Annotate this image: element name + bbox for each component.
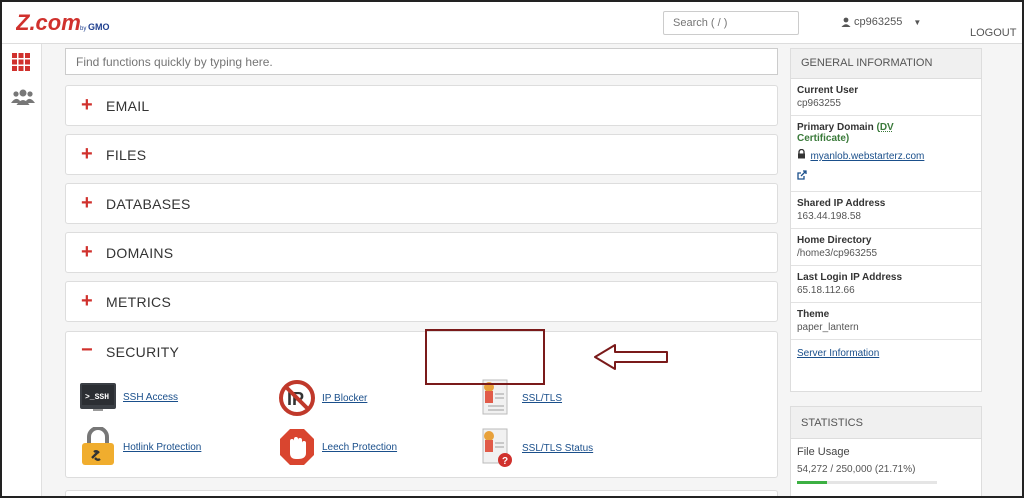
external-link-icon[interactable] [797,167,975,185]
info-label: Theme [797,309,830,320]
feature-leech-protection[interactable]: Leech Protection [278,427,397,467]
section-title: EMAIL [106,98,150,114]
user-menu[interactable]: cp963255 ▼ [841,16,921,28]
feature-ssl-tls-status[interactable]: ? SSL/TLS Status [480,427,593,469]
info-theme: Theme paper_lantern [791,303,981,340]
statistics-heading: STATISTICS [791,407,981,439]
svg-text:Z.com: Z.com [16,10,81,35]
ssh-terminal-icon: >_SSH [80,383,116,411]
collapse-icon[interactable]: − [81,339,93,361]
info-label: Shared IP Address [797,198,886,209]
info-label: Current User [797,85,859,96]
statistics-panel: STATISTICS File Usage 54,272 / 250,000 (… [790,406,982,496]
info-shared-ip: Shared IP Address 163.44.198.58 [791,192,981,229]
feature-ip-blocker[interactable]: IP IP Blocker [278,379,367,417]
chevron-down-icon: ▼ [913,17,922,27]
section-files[interactable]: + FILES [65,134,778,175]
info-home-directory: Home Directory /home3/cp963255 [791,229,981,266]
ip-blocker-icon: IP [279,380,315,416]
lock-icon [797,146,810,163]
feature-label[interactable]: SSL/TLS Status [522,443,593,454]
dv-abbreviation: DV [879,122,894,133]
section-next-collapsed[interactable] [65,490,778,496]
file-usage-value: 54,272 / 250,000 (21.71%) [791,458,981,475]
info-primary-domain: Primary Domain (DV Certificate) myanlob.… [791,116,981,192]
info-value: cp963255 [797,98,841,109]
left-sidebar [2,44,42,496]
expand-icon: + [81,241,93,263]
domain-line: myanlob.webstarterz.com [797,146,975,164]
feature-hotlink-protection[interactable]: Hotlink Protection [79,427,201,467]
file-usage-progress-fill [797,481,828,484]
main-content: + EMAIL + FILES + DATABASES + DOMAINS + … [42,44,788,496]
grid-apps-icon[interactable] [11,52,33,72]
quick-find-input[interactable] [65,48,778,75]
info-last-login: Last Login IP Address 65.18.112.66 [791,266,981,303]
ssl-status-icon: ? [482,428,512,467]
svg-text:by: by [80,26,86,32]
info-label: Home Directory [797,235,872,246]
user-icon [841,17,851,27]
info-current-user: Current User cp963255 [791,79,981,116]
info-value: 163.44.198.58 [797,211,861,222]
feature-label[interactable]: SSH Access [123,392,178,403]
svg-text:?: ? [502,456,508,467]
users-group-icon[interactable] [11,88,35,108]
browser-frame: Z.com by GMO cp963255 ▼ LOGOUT [0,0,1024,498]
username-label: cp963255 [854,16,903,28]
svg-text:>_SSH: >_SSH [85,393,109,402]
section-email[interactable]: + EMAIL [65,85,778,126]
feature-label[interactable]: Leech Protection [322,442,397,453]
general-information-panel: GENERAL INFORMATION Current User cp96325… [790,48,982,392]
feature-ssh-access[interactable]: >_SSH SSH Access [79,382,178,412]
search-input[interactable] [663,11,799,35]
info-label: Primary Domain [797,122,874,133]
file-usage-percent: (21.71%) [874,464,916,475]
section-databases[interactable]: + DATABASES [65,183,778,224]
expand-icon: + [81,143,93,165]
logout-link[interactable]: LOGOUT [970,27,1016,39]
annotation-arrow-icon [594,344,668,370]
file-usage-label: File Usage [797,446,850,458]
expand-icon: + [81,94,93,116]
right-column: GENERAL INFORMATION Current User cp96325… [788,44,982,496]
server-information-link[interactable]: Server Information [791,340,981,367]
expand-icon: + [81,192,93,214]
info-value: 65.18.112.66 [797,285,855,296]
zcom-logo[interactable]: Z.com by GMO [15,10,136,36]
section-metrics[interactable]: + METRICS [65,281,778,322]
info-label: Last Login IP Address [797,272,903,283]
file-usage-count: 54,272 / 250,000 [797,464,873,475]
section-title: FILES [106,147,147,163]
info-label-wrap: Primary Domain (DV Certificate) [797,122,975,144]
section-title: METRICS [106,294,172,310]
primary-domain-link[interactable]: myanlob.webstarterz.com [810,151,924,162]
feature-label[interactable]: SSL/TLS [522,393,562,404]
expand-icon: + [81,290,93,312]
section-title[interactable]: SECURITY [106,344,179,360]
info-value: paper_lantern [797,322,859,333]
padlock-link-icon [82,427,114,465]
section-title: DOMAINS [106,245,174,261]
file-usage-progress-bar [797,481,937,484]
general-information-heading: GENERAL INFORMATION [791,49,981,79]
section-title: DATABASES [106,196,191,212]
section-domains[interactable]: + DOMAINS [65,232,778,273]
feature-label[interactable]: Hotlink Protection [123,442,201,453]
ssl-tls-highlight-box [425,329,545,385]
svg-text:GMO: GMO [88,22,110,32]
feature-label[interactable]: IP Blocker [322,393,367,404]
section-security: − SECURITY >_SSH SSH Access IP Blocker S… [65,331,778,478]
cert-label: Certificate) [797,133,850,144]
stop-hand-icon [280,429,314,465]
top-navbar: Z.com by GMO cp963255 ▼ LOGOUT [2,2,1022,44]
info-value: /home3/cp963255 [797,248,878,259]
